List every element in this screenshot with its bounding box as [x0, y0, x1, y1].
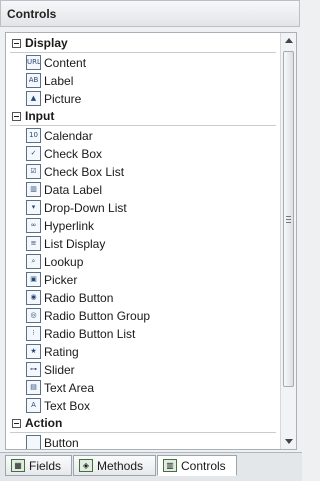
control-item-label: Lookup: [44, 255, 84, 269]
hyperlink-icon: ∞: [26, 218, 41, 233]
control-item[interactable]: URL Content: [26, 54, 266, 72]
controls-list-content: Display URL Content AB Label ▲ Picture Input 10 C…: [6, 33, 280, 449]
rating-icon: ★: [26, 344, 41, 359]
data-label-icon: ▥: [26, 182, 41, 197]
tab-label: Fields: [29, 459, 62, 473]
control-item-label: Data Label: [44, 183, 103, 197]
lookup-icon: ⌕: [26, 254, 41, 269]
grip-line: [286, 216, 291, 217]
control-item-label: Calendar: [44, 129, 93, 143]
control-item[interactable]: 10 Calendar: [26, 127, 266, 145]
calendar-icon: 10: [26, 128, 41, 143]
control-item-label: Picker: [44, 273, 78, 287]
control-item[interactable]: ⌕ Lookup: [26, 253, 266, 271]
controls-icon: ▥: [163, 459, 177, 472]
control-item[interactable]: ◉ Radio Button: [26, 289, 266, 307]
scrollbar-thumb[interactable]: [283, 51, 294, 387]
control-item-label: Picture: [44, 92, 82, 106]
list-display-icon: ≡: [26, 236, 41, 251]
collapse-toggle-icon[interactable]: [12, 39, 21, 48]
group-header-action[interactable]: Action: [10, 415, 276, 433]
radio-button-list-icon: ⁝: [26, 326, 41, 341]
control-item-label: Text Area: [44, 381, 95, 395]
control-item[interactable]: ∞ Hyperlink: [26, 217, 266, 235]
control-item[interactable]: ▲ Picture: [26, 90, 266, 108]
fields-icon: ▦: [11, 459, 25, 472]
picture-icon: ▲: [26, 91, 41, 106]
checkbox-icon: ✓: [26, 146, 41, 161]
control-item[interactable]: ✓ Check Box: [26, 145, 266, 163]
control-item-label: Rating: [44, 345, 79, 359]
control-item-label: Slider: [44, 363, 75, 377]
text-area-icon: ▤: [26, 380, 41, 395]
collapse-toggle-icon[interactable]: [12, 419, 21, 428]
scroll-up-arrow-icon[interactable]: [285, 38, 293, 43]
control-item-label: Text Box: [44, 399, 91, 413]
control-item[interactable]: ⁝ Radio Button List: [26, 325, 266, 343]
control-item[interactable]: AB Label: [26, 72, 266, 90]
group-header-input[interactable]: Input: [10, 108, 276, 126]
scroll-down-arrow-icon[interactable]: [285, 439, 293, 444]
group-label: Input: [25, 109, 55, 123]
control-item-label: Radio Button Group: [44, 309, 151, 323]
control-item-label: Drop-Down List: [44, 201, 127, 215]
control-item[interactable]: ≡ List Display: [26, 235, 266, 253]
control-item-label: Label: [44, 74, 74, 88]
grip-line: [286, 222, 291, 223]
dropdown-list-icon: ▾: [26, 200, 41, 215]
control-item-label: Radio Button: [44, 291, 114, 305]
label-icon: AB: [26, 73, 41, 88]
url-content-icon: URL: [26, 55, 41, 70]
control-item[interactable]: ★ Rating: [26, 343, 266, 361]
control-item[interactable]: ▣ Picker: [26, 271, 266, 289]
radio-button-group-icon: ◎: [26, 308, 41, 323]
control-item-label: Check Box: [44, 147, 103, 161]
tab-label: Methods: [97, 459, 144, 473]
control-item-label: List Display: [44, 237, 106, 251]
group-header-display[interactable]: Display: [10, 35, 276, 53]
control-item[interactable]: A Text Box: [26, 397, 266, 415]
text-box-icon: A: [26, 398, 41, 413]
control-item[interactable]: ☑ Check Box List: [26, 163, 266, 181]
control-item-label: Hyperlink: [44, 219, 95, 233]
control-item[interactable]: ◎ Radio Button Group: [26, 307, 266, 325]
control-item-label: Radio Button List: [44, 327, 136, 341]
control-item[interactable]: ▾ Drop-Down List: [26, 199, 266, 217]
control-item[interactable]: ▤ Text Area: [26, 379, 266, 397]
bottom-tab-bar: ▦ Fields ◈ Methods ▥ Controls: [0, 452, 302, 481]
radio-button-icon: ◉: [26, 290, 41, 305]
group-label: Display: [25, 36, 68, 50]
control-item-label: Button: [44, 436, 79, 450]
tab-controls[interactable]: ▥ Controls: [157, 455, 237, 476]
controls-list: Display URL Content AB Label ▲ Picture Input 10 C…: [5, 32, 297, 450]
control-item[interactable]: ⊶ Slider: [26, 361, 266, 379]
picker-icon: ▣: [26, 272, 41, 287]
control-item[interactable]: ▥ Data Label: [26, 181, 266, 199]
panel-title: Controls: [7, 7, 57, 21]
panel-header: Controls: [0, 0, 300, 27]
tab-fields[interactable]: ▦ Fields: [5, 455, 72, 476]
group-label: Action: [25, 416, 63, 430]
control-item[interactable]: Button: [26, 434, 266, 450]
grip-line: [286, 219, 291, 220]
methods-icon: ◈: [79, 459, 93, 472]
button-icon: [26, 435, 41, 449]
collapse-toggle-icon[interactable]: [12, 112, 21, 121]
control-item-label: Check Box List: [44, 165, 125, 179]
tab-label: Controls: [181, 459, 226, 473]
control-item-label: Content: [44, 56, 87, 70]
slider-icon: ⊶: [26, 362, 41, 377]
checkbox-list-icon: ☑: [26, 164, 41, 179]
vertical-scrollbar[interactable]: [280, 33, 296, 449]
tab-methods[interactable]: ◈ Methods: [73, 455, 156, 476]
